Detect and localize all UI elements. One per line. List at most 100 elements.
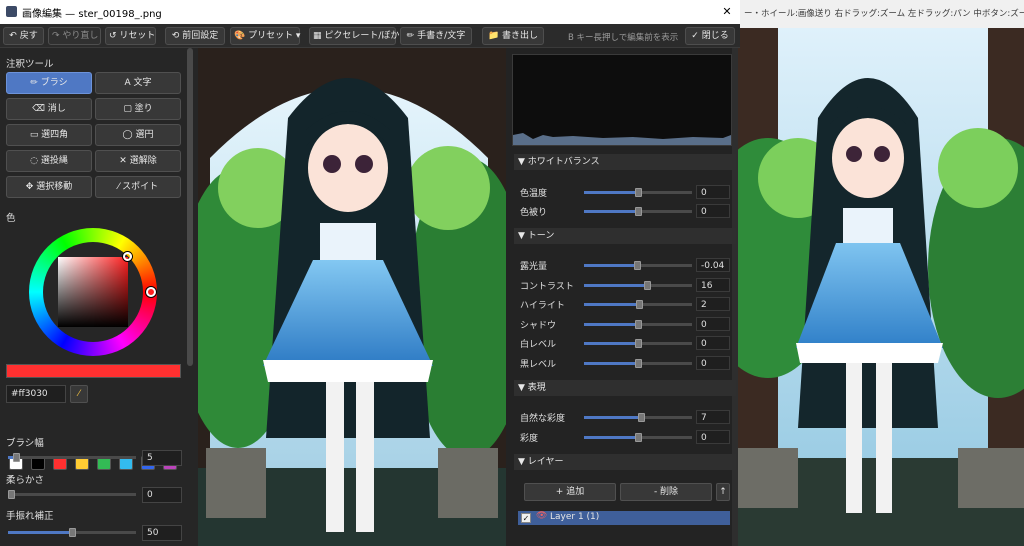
brush-width-track[interactable] <box>8 456 136 459</box>
redo-button[interactable]: ↷ やり直し <box>48 27 101 45</box>
tool-lasso-select-button[interactable]: ◌ 選投縄 <box>6 150 92 172</box>
add-layer-button[interactable]: + 追加 <box>524 483 616 501</box>
color-heading: 色 <box>6 213 16 224</box>
saturation-label: 彩度 <box>520 434 539 444</box>
edited-image <box>198 48 506 546</box>
saturation-slider-handle[interactable] <box>635 433 642 442</box>
close-button[interactable]: ✓ 閉じる <box>685 27 735 45</box>
annotation-panel: 注釈ツール ✏ ブラシ A 文字 ⌫ 消し ▢ 塗り ▭ 選四角 ◯ 選円 ◌ … <box>0 48 198 546</box>
handwrite-text-button[interactable]: ✏ 手書き/文字 <box>400 27 472 45</box>
stabilizer-spinbox[interactable]: 50 <box>142 525 182 541</box>
softness-spinbox[interactable]: 0 <box>142 487 182 503</box>
whites-slider-handle[interactable] <box>635 339 642 348</box>
tools-heading: 注釈ツール <box>6 59 54 70</box>
white-balance-section-header[interactable]: ▼ ホワイトバランス <box>514 154 736 170</box>
tool-brush-button[interactable]: ✏ ブラシ <box>6 72 92 94</box>
softness-handle[interactable] <box>8 490 15 499</box>
expression-section-header[interactable]: ▼ 表現 <box>514 380 736 396</box>
sv-picker-handle[interactable] <box>123 252 132 261</box>
whites-value-field[interactable]: 0 <box>696 336 730 350</box>
contrast-value-field[interactable]: 16 <box>696 278 730 292</box>
tool-rect-select-button[interactable]: ▭ 選四角 <box>6 124 92 146</box>
tool-ellipse-select-button[interactable]: ◯ 選円 <box>95 124 181 146</box>
tool-move-selection-button[interactable]: ✥ 選択移動 <box>6 176 92 198</box>
shadows-slider-handle[interactable] <box>635 320 642 329</box>
saturation-value-square[interactable] <box>58 257 128 327</box>
layer-name: Layer 1 (1) <box>550 512 600 522</box>
layer-row[interactable]: ✓ 👁 Layer 1 (1) <box>518 511 730 525</box>
exposure-value-field[interactable]: -0.04 <box>696 258 730 272</box>
pixelate-blur-button[interactable]: ▦ ピクセレート/ぼかし <box>309 27 408 45</box>
vibrance-value-field[interactable]: 7 <box>696 410 730 424</box>
exposure-slider-fill <box>584 264 637 267</box>
stabilizer-label: 手振れ補正 <box>6 511 54 522</box>
image-canvas[interactable] <box>198 48 506 546</box>
move-layer-up-button[interactable]: ↑ <box>716 483 730 501</box>
highlights-value-field[interactable]: 2 <box>696 297 730 311</box>
shadows-value-field[interactable]: 0 <box>696 317 730 331</box>
eye-icon[interactable]: 👁 <box>536 511 547 521</box>
before-after-hint: B キー長押しで編集前を表示 <box>568 33 679 43</box>
blacks-slider-fill <box>584 362 638 365</box>
layer-checkbox[interactable]: ✓ <box>521 513 531 523</box>
shadows-label: シャドウ <box>520 321 557 331</box>
reset-button[interactable]: ↺ リセット <box>105 27 156 45</box>
left-panel-scrollbar[interactable] <box>187 48 193 366</box>
adjustment-panel: ▼ ホワイトバランス ▼ トーン ▼ 表現 ▼ レイヤー 色温度 0 色被り 0 露光量… <box>506 48 738 546</box>
histogram-plot <box>513 133 731 145</box>
saturation-slider-fill <box>584 436 638 439</box>
viewer-image <box>738 28 1024 546</box>
tool-fill-button[interactable]: ▢ 塗り <box>95 98 181 120</box>
brush-width-handle[interactable] <box>13 453 20 462</box>
window-title: 画像編集 — ster_00198_.png <box>22 9 162 20</box>
hue-picker-handle[interactable] <box>146 287 156 297</box>
stabilizer-handle[interactable] <box>69 528 76 537</box>
viewer-help-text: ー・ホイール:画像送り 右ドラッグ:ズーム 左ドラッグ:パン 中ボタン:ズームリ… <box>738 0 1024 28</box>
exposure-slider-handle[interactable] <box>634 261 641 270</box>
tint-value-field[interactable]: 0 <box>696 204 730 218</box>
blacks-label: 黒レベル <box>520 360 557 370</box>
softness-track[interactable] <box>8 493 136 496</box>
saturation-value-field[interactable]: 0 <box>696 430 730 444</box>
close-window-icon[interactable]: ✕ <box>718 3 736 21</box>
tool-text-button[interactable]: A 文字 <box>95 72 181 94</box>
export-button[interactable]: 📁 書き出し <box>482 27 544 45</box>
contrast-slider-fill <box>584 284 647 287</box>
undo-button[interactable]: ↶ 戻す <box>3 27 44 45</box>
blacks-value-field[interactable]: 0 <box>696 356 730 370</box>
temperature-slider-handle[interactable] <box>635 188 642 197</box>
tint-label: 色被り <box>520 208 548 218</box>
highlights-slider-handle[interactable] <box>636 300 643 309</box>
hex-color-input[interactable]: #ff3030 <box>6 385 66 403</box>
tone-section-header[interactable]: ▼ トーン <box>514 228 736 244</box>
eyedropper-icon[interactable]: ⁄ <box>70 385 88 403</box>
layers-section-header[interactable]: ▼ レイヤー <box>514 454 736 470</box>
contrast-slider-handle[interactable] <box>644 281 651 290</box>
whites-label: 白レベル <box>520 340 557 350</box>
tool-eraser-button[interactable]: ⌫ 消し <box>6 98 92 120</box>
window-titlebar: 画像編集 — ster_00198_.png ✕ <box>0 0 740 24</box>
tint-slider-handle[interactable] <box>635 207 642 216</box>
presets-dropdown[interactable]: 🎨 プリセット ▾ <box>230 27 300 45</box>
tool-eyedropper-button[interactable]: ⁄ スポイト <box>95 176 181 198</box>
right-panel-scrollbar-track[interactable] <box>732 48 738 546</box>
blacks-slider-handle[interactable] <box>635 359 642 368</box>
stabilizer-fill <box>8 531 72 534</box>
delete-layer-button[interactable]: - 削除 <box>620 483 712 501</box>
vibrance-slider-fill <box>584 416 641 419</box>
tint-slider-fill <box>584 210 638 213</box>
contrast-label: コントラスト <box>520 282 574 292</box>
vibrance-slider-handle[interactable] <box>638 413 645 422</box>
prev-settings-button[interactable]: ⟲ 前回設定 <box>165 27 225 45</box>
brush-width-spinbox[interactable]: 5 <box>142 450 182 466</box>
current-color-preview <box>6 364 181 378</box>
temperature-value-field[interactable]: 0 <box>696 185 730 199</box>
softness-label: 柔らかさ <box>6 475 45 486</box>
tool-deselect-button[interactable]: ✕ 選解除 <box>95 150 181 172</box>
temperature-label: 色温度 <box>520 189 548 199</box>
toolbar: ↶ 戻す ↷ やり直し ↺ リセット ⟲ 前回設定 🎨 プリセット ▾ ▦ ピク… <box>0 24 740 48</box>
shadows-slider-fill <box>584 323 638 326</box>
highlights-label: ハイライト <box>520 301 565 311</box>
brush-width-label: ブラシ幅 <box>6 438 44 449</box>
app-icon <box>6 6 17 17</box>
